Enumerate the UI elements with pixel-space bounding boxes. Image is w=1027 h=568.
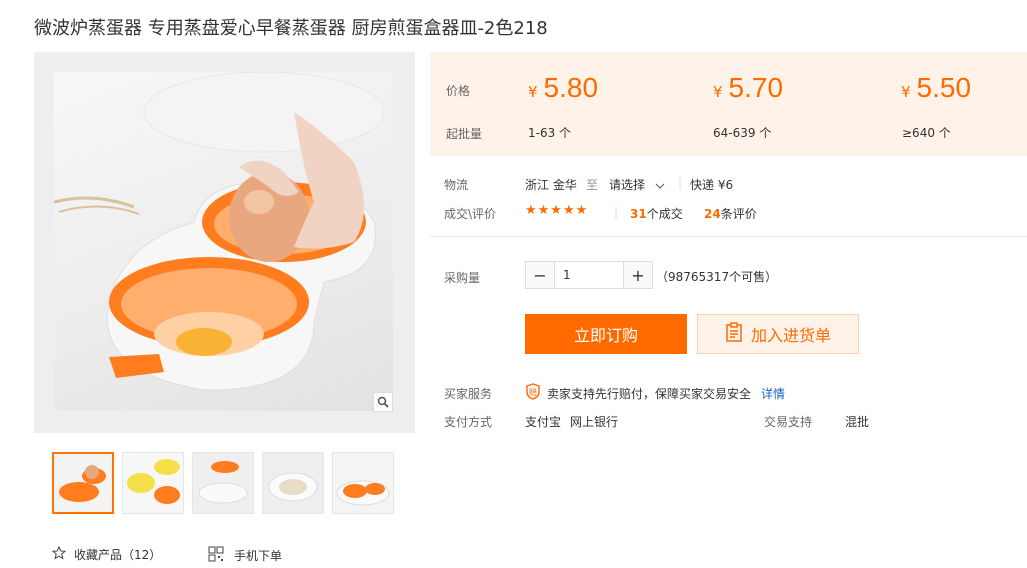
trade-support-value: 混批 bbox=[845, 415, 870, 429]
review-count[interactable]: 24条评价 bbox=[704, 205, 757, 222]
buyer-service: 赔 卖家支持先行赔付，保障买家交易安全 详情 bbox=[525, 383, 785, 403]
payment-label: 支付方式 bbox=[444, 415, 493, 429]
destination-value: 请选择 bbox=[609, 178, 646, 192]
shipping-fee: 快递 ¥6 bbox=[690, 178, 734, 192]
price-label: 价格 bbox=[446, 84, 471, 98]
mobile-order[interactable]: 手机下单 bbox=[208, 546, 282, 565]
trade-support-label: 交易支持 bbox=[764, 415, 813, 429]
thumbnail-strip bbox=[52, 452, 402, 514]
mobile-order-label: 手机下单 bbox=[234, 549, 283, 563]
divider: | bbox=[678, 176, 683, 190]
product-title: 微波炉蒸蛋器 专用蒸盘爱心早餐蒸蛋器 厨房煎蛋盒器皿-2色218 bbox=[34, 18, 548, 39]
product-gallery bbox=[34, 52, 415, 433]
chevron-down-icon bbox=[655, 178, 665, 192]
shield-guarantee-icon: 赔 bbox=[525, 383, 541, 403]
price-panel: 价格 起批量 ¥5.80 ¥5.70 ¥5.50 1-63 个 64-639 个… bbox=[430, 52, 1027, 156]
price-value: 5.70 bbox=[728, 72, 784, 103]
logistics-to: 至 bbox=[586, 178, 599, 192]
thumbnail-2[interactable] bbox=[122, 452, 184, 514]
thumbnail-4[interactable] bbox=[262, 452, 324, 514]
price-tier-1: ¥5.80 bbox=[528, 72, 598, 104]
qr-code-icon bbox=[208, 546, 224, 565]
currency-symbol: ¥ bbox=[713, 83, 723, 101]
deals-label: 成交\评价 bbox=[444, 207, 497, 221]
price-value: 5.50 bbox=[916, 72, 972, 103]
moq-tier-3: ≥640 个 bbox=[902, 126, 951, 140]
favorite-label: 收藏产品（12） bbox=[74, 548, 162, 562]
quantity-input[interactable]: 1 bbox=[554, 262, 624, 288]
currency-symbol: ¥ bbox=[528, 83, 538, 101]
increase-button[interactable]: + bbox=[624, 262, 652, 288]
clipboard-icon bbox=[725, 322, 743, 346]
moq-label: 起批量 bbox=[446, 127, 483, 141]
svg-text:赔: 赔 bbox=[529, 387, 537, 397]
section-divider bbox=[430, 236, 1027, 237]
divider: | bbox=[614, 205, 619, 219]
moq-tier-2: 64-639 个 bbox=[713, 126, 772, 140]
add-to-list-label: 加入进货单 bbox=[750, 326, 831, 345]
star-outline-icon bbox=[51, 545, 67, 563]
moq-tier-1: 1-63 个 bbox=[528, 126, 572, 140]
price-value: 5.80 bbox=[543, 72, 599, 103]
service-details-link[interactable]: 详情 bbox=[761, 385, 785, 402]
price-tier-3: ¥5.50 bbox=[901, 72, 971, 104]
price-tier-2: ¥5.70 bbox=[713, 72, 783, 104]
quantity-stepper: − 1 + bbox=[525, 261, 653, 289]
logistics-label: 物流 bbox=[444, 178, 469, 192]
thumbnail-1[interactable] bbox=[52, 452, 114, 514]
main-product-image[interactable] bbox=[54, 72, 393, 411]
payment-method-bank: 网上银行 bbox=[570, 415, 619, 429]
add-to-purchase-list-button[interactable]: 加入进货单 bbox=[697, 314, 859, 354]
buyer-service-text: 卖家支持先行赔付，保障买家交易安全 bbox=[547, 386, 752, 401]
purchase-qty-label: 采购量 bbox=[444, 271, 481, 285]
payment-method-alipay: 支付宝 bbox=[525, 415, 562, 429]
thumbnail-3[interactable] bbox=[192, 452, 254, 514]
logistics-origin: 浙江 金华 bbox=[525, 178, 577, 192]
deal-count[interactable]: 31个成交 bbox=[630, 205, 683, 222]
destination-select[interactable]: 请选择 bbox=[609, 176, 665, 193]
favorite-product[interactable]: 收藏产品（12） bbox=[51, 545, 162, 563]
buyer-service-label: 买家服务 bbox=[444, 387, 493, 401]
zoom-icon[interactable] bbox=[373, 392, 393, 412]
decrease-button[interactable]: − bbox=[526, 262, 554, 288]
rating-stars: ★★★★★ bbox=[525, 203, 589, 218]
currency-symbol: ¥ bbox=[901, 83, 911, 101]
buy-now-button[interactable]: 立即订购 bbox=[525, 314, 687, 354]
thumbnail-5[interactable] bbox=[332, 452, 394, 514]
stock-available: （98765317个可售） bbox=[656, 270, 778, 284]
